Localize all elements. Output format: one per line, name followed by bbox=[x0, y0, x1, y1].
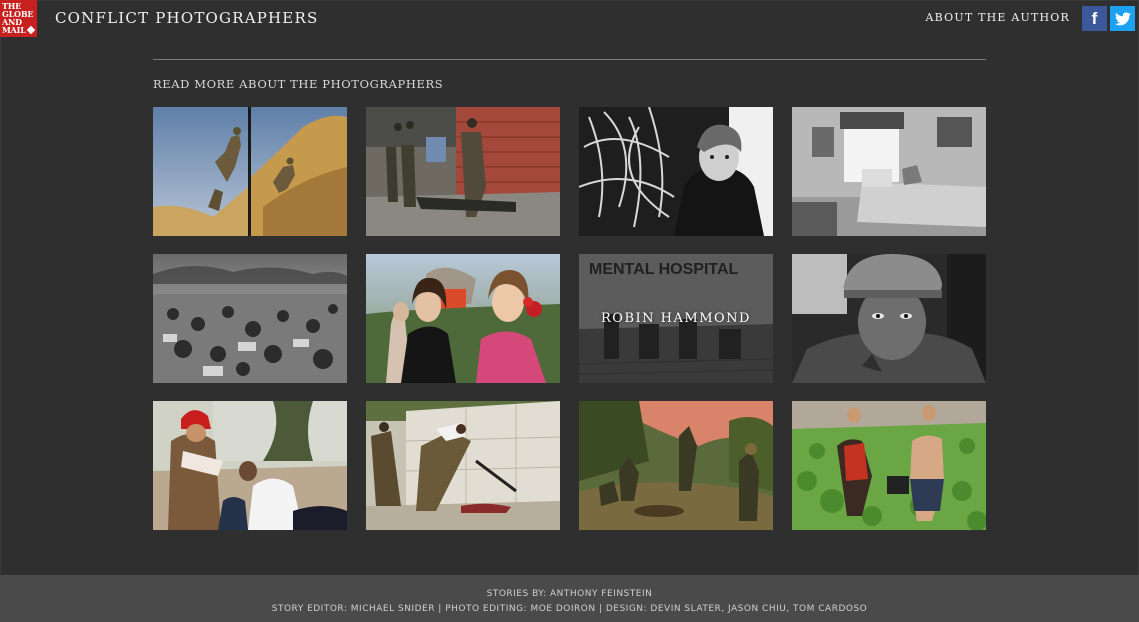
footer: STORIES BY: ANTHONY FEINSTEIN STORY EDIT… bbox=[0, 575, 1139, 622]
photographer-tile[interactable] bbox=[792, 254, 986, 383]
about-the-author-link[interactable]: ABOUT THE AUTHOR bbox=[926, 11, 1070, 24]
header-divider bbox=[153, 59, 986, 60]
photographer-tile[interactable] bbox=[366, 254, 560, 383]
photographer-tile[interactable] bbox=[792, 401, 986, 530]
photo-soldier-wall-rifle bbox=[366, 401, 560, 530]
photographer-tile[interactable] bbox=[153, 107, 347, 236]
photo-refugee-camp bbox=[153, 254, 347, 383]
photo-men-running-field bbox=[792, 401, 986, 530]
photographer-tile[interactable] bbox=[366, 401, 560, 530]
photographer-tile[interactable] bbox=[366, 107, 560, 236]
photographer-name-label: ROBIN HAMMOND bbox=[601, 311, 751, 326]
footer-credits-stories: STORIES BY: ANTHONY FEINSTEIN bbox=[486, 589, 653, 599]
photo-firefighter-child bbox=[153, 401, 347, 530]
photographer-tile[interactable] bbox=[579, 107, 773, 236]
photographer-tile-robin-hammond[interactable]: MENTAL HOSPITAL ROBIN HAMMOND bbox=[579, 254, 773, 383]
facebook-icon: f bbox=[1091, 8, 1098, 28]
photo-soldiers-street-bodies bbox=[366, 107, 560, 236]
site-title[interactable]: CONFLICT PHOTOGRAPHERS bbox=[55, 9, 318, 27]
footer-credits-staff: STORY EDITOR: MICHAEL SNIDER | PHOTO EDI… bbox=[271, 604, 868, 614]
twitter-icon bbox=[1114, 11, 1131, 25]
photographer-grid: MENTAL HOSPITAL ROBIN HAMMOND bbox=[153, 107, 986, 530]
photo-women-smiling-flower bbox=[366, 254, 560, 383]
photographer-tile[interactable] bbox=[579, 401, 773, 530]
globe-and-mail-logo[interactable]: THE GLOBE AND MAIL bbox=[0, 0, 37, 37]
photo-girl-chalkboard bbox=[579, 107, 773, 236]
section-heading: READ MORE ABOUT THE PHOTOGRAPHERS bbox=[153, 77, 444, 91]
photographer-tile[interactable] bbox=[153, 254, 347, 383]
photographer-tile[interactable] bbox=[153, 401, 347, 530]
twitter-share-button[interactable] bbox=[1110, 6, 1135, 31]
photo-jungle-soldiers bbox=[579, 401, 773, 530]
header: THE GLOBE AND MAIL CONFLICT PHOTOGRAPHER… bbox=[0, 0, 1139, 38]
facebook-share-button[interactable]: f bbox=[1082, 6, 1107, 31]
photo-soldiers-climbing-hill bbox=[153, 107, 347, 236]
photo-bedroom bbox=[792, 107, 986, 236]
photo-soldier-helmet-portrait bbox=[792, 254, 986, 383]
photographer-tile[interactable] bbox=[792, 107, 986, 236]
